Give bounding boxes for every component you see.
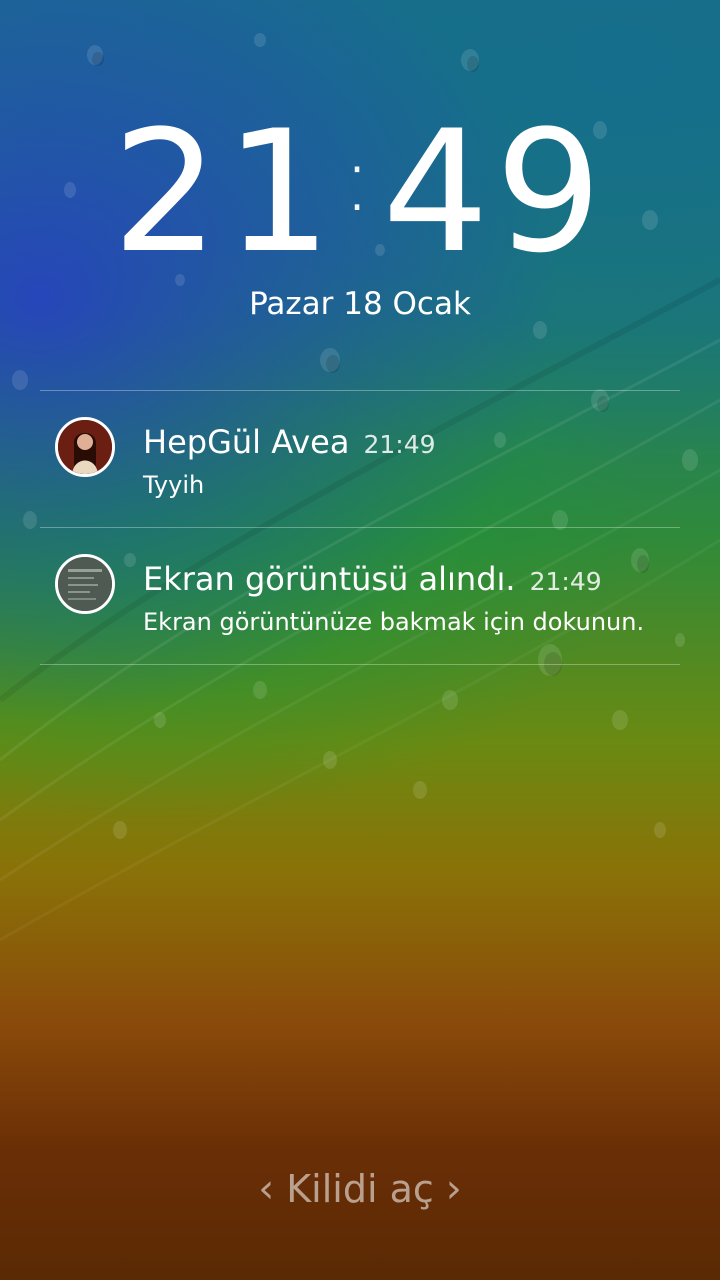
contact-avatar-image bbox=[58, 420, 112, 474]
notification-time: 21:49 bbox=[363, 430, 436, 459]
chevron-left-icon: ‹ bbox=[258, 1166, 275, 1212]
notification-time: 21:49 bbox=[529, 567, 602, 596]
screenshot-thumbnail-icon bbox=[55, 554, 115, 614]
chevron-right-icon: › bbox=[445, 1166, 462, 1212]
notification-title: HepGül Avea 21:49 bbox=[143, 423, 436, 461]
unlock-label: Kilidi aç bbox=[286, 1167, 434, 1211]
notification-heading: Ekran görüntüsü alındı. bbox=[143, 560, 516, 598]
screenshot-thumbnail-image bbox=[58, 557, 112, 611]
unlock-slider[interactable]: ‹ Kilidi aç › bbox=[0, 1166, 720, 1212]
lockscreen-clock: 21:49 bbox=[0, 96, 720, 276]
notification-screenshot[interactable]: Ekran görüntüsü alındı. 21:49 Ekran görün… bbox=[40, 528, 680, 664]
clock-separator: : bbox=[341, 127, 379, 232]
notification-title: Ekran görüntüsü alındı. 21:49 bbox=[143, 560, 602, 598]
clock-minutes: 49 bbox=[382, 94, 608, 290]
lockscreen-date: Pazar 18 Ocak bbox=[249, 286, 471, 322]
divider bbox=[40, 664, 680, 665]
notification-sender: HepGül Avea bbox=[143, 423, 350, 461]
notification-text: Ekran görüntünüze bakmak için dokunun. bbox=[143, 608, 645, 636]
clock-hours: 21 bbox=[112, 94, 338, 290]
notification-text: Tyyih bbox=[143, 471, 205, 499]
contact-avatar bbox=[55, 417, 115, 477]
notification-hepgul-avea[interactable]: HepGül Avea 21:49 Tyyih bbox=[40, 391, 680, 527]
